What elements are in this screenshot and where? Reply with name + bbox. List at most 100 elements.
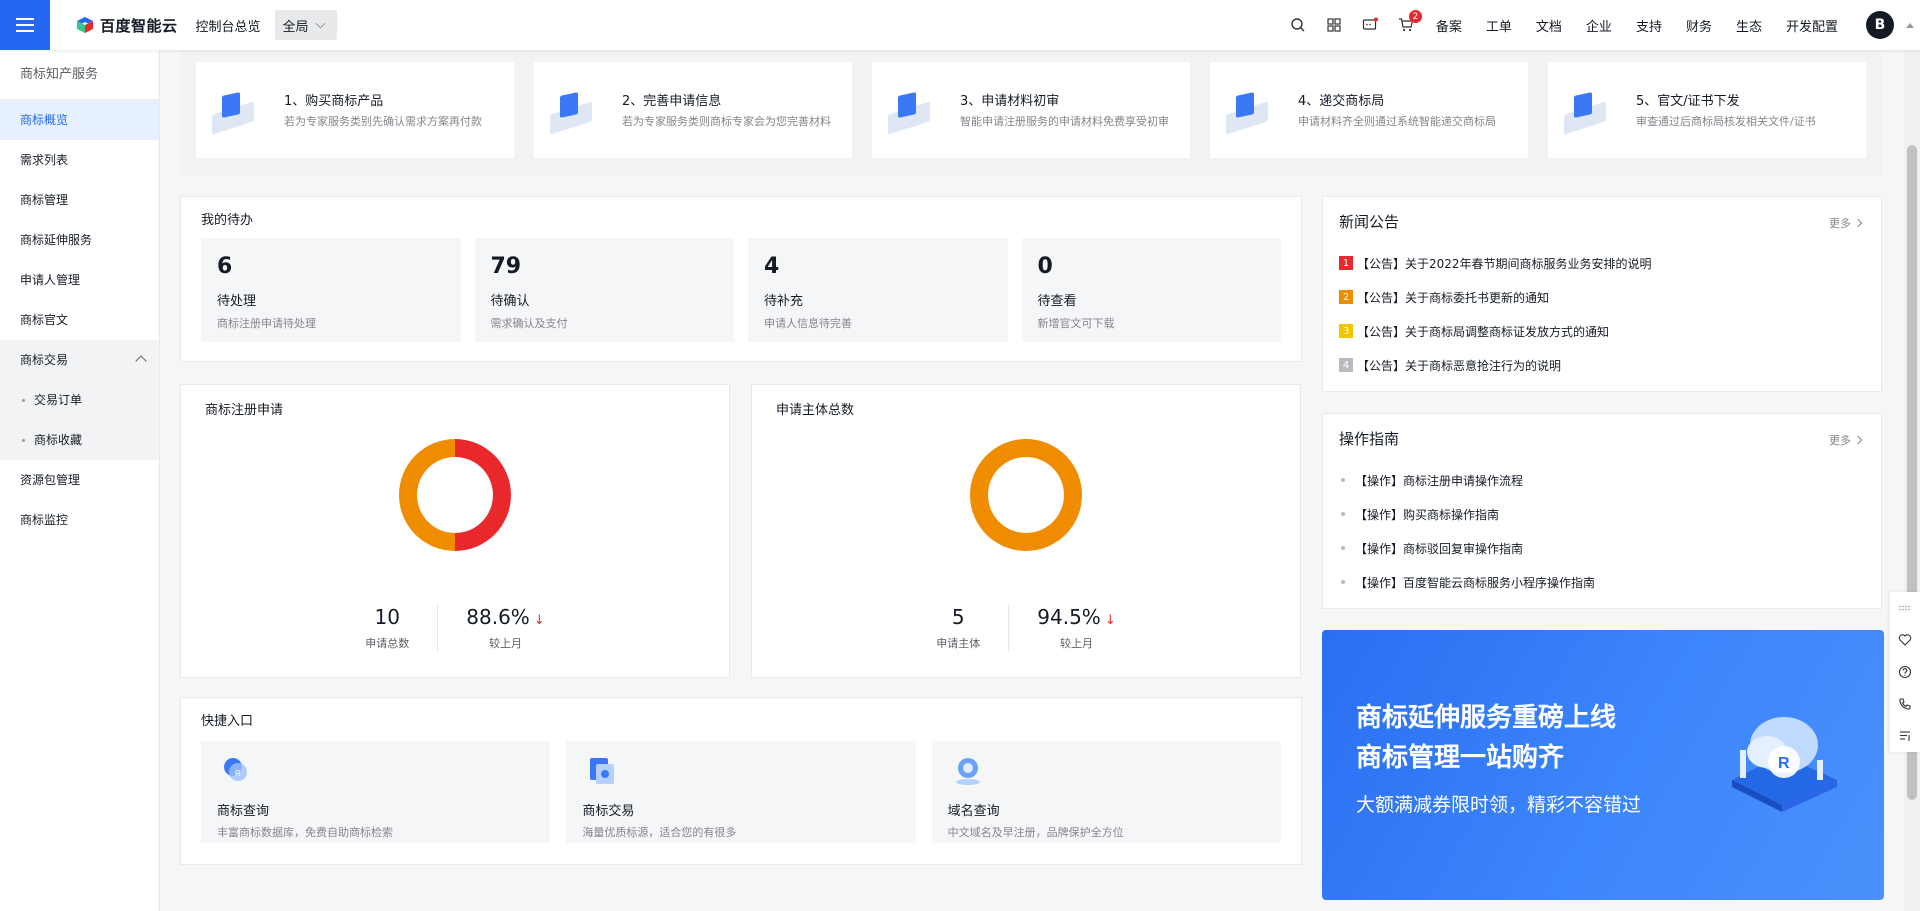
applicants-donut-chart bbox=[970, 439, 1082, 551]
guide-text: 【操作】商标驳回复审操作指南 bbox=[1355, 541, 1524, 556]
stat-value: 10 bbox=[374, 605, 400, 629]
quick-title: 商标交易 bbox=[582, 804, 635, 819]
guide-text: 【操作】百度智能云商标服务小程序操作指南 bbox=[1355, 575, 1596, 590]
logo-cube-icon bbox=[77, 17, 93, 33]
nav-link-support[interactable]: 支持 bbox=[1636, 16, 1662, 35]
promo-banner[interactable]: 商标延伸服务重磅上线 商标管理一站购齐 大额满减券限时领，精彩不容错过 R bbox=[1322, 630, 1884, 900]
quick-title: 域名查询 bbox=[947, 804, 1000, 819]
news-item[interactable]: 3 【公告】关于商标局调整商标证发放方式的通知 bbox=[1339, 314, 1865, 348]
todo-confirm[interactable]: 79 待确认 需求确认及支付 bbox=[474, 238, 734, 342]
guide-item[interactable]: 【操作】百度智能云商标服务小程序操作指南 bbox=[1339, 565, 1865, 599]
process-steps: 1、购买商标产品 若为专家服务类别先确认需求方案再付款 2、完善申请信息 若为专家服… bbox=[180, 50, 1882, 176]
message-icon[interactable] bbox=[1362, 17, 1378, 33]
step-card: 3、申请材料初审 智能申请注册服务的申请材料免费享受初审 bbox=[872, 62, 1190, 158]
todo-label: 待处理 bbox=[217, 294, 257, 309]
more-label: 更多 bbox=[1829, 434, 1851, 447]
news-item[interactable]: 4 【公告】关于商标恶意抢注行为的说明 bbox=[1339, 348, 1865, 382]
domain-search-icon bbox=[955, 758, 980, 785]
nav-link-beian[interactable]: 备案 bbox=[1436, 16, 1462, 35]
scroll-up-arrow[interactable] bbox=[1900, 0, 1920, 50]
todo-supplement[interactable]: 4 待补充 申请人信息待完善 bbox=[748, 238, 1008, 342]
help-tool[interactable] bbox=[1890, 656, 1920, 688]
top-navbar: 百度智能云 控制台总览 全局 2 备案 工单 文档 企业 支持 财务 生态 开发… bbox=[0, 0, 1920, 50]
stat-label: 较上月 bbox=[1059, 637, 1093, 650]
avatar[interactable]: B bbox=[1866, 11, 1894, 39]
grid-icon[interactable] bbox=[1326, 17, 1342, 33]
news-more-link[interactable]: 更多 bbox=[1829, 215, 1863, 231]
sidebar-item-trade[interactable]: 商标交易 bbox=[0, 340, 159, 380]
news-item[interactable]: 1 【公告】关于2022年春节期间商标服务业务安排的说明 bbox=[1339, 246, 1865, 280]
sidebar-item-favorites[interactable]: 商标收藏 bbox=[0, 420, 159, 460]
region-selector[interactable]: 全局 bbox=[274, 10, 337, 40]
sidebar-item-trade-orders[interactable]: 交易订单 bbox=[0, 380, 159, 420]
sidebar-item-overview[interactable]: 商标概览 bbox=[0, 100, 159, 140]
todo-pending[interactable]: 6 待处理 商标注册申请待处理 bbox=[201, 238, 461, 342]
sidebar-item-monitor[interactable]: 商标监控 bbox=[0, 500, 159, 540]
sidebar-item-demands[interactable]: 需求列表 bbox=[0, 140, 159, 180]
news-text: 【公告】关于商标委托书更新的通知 bbox=[1357, 290, 1550, 305]
search-icon[interactable] bbox=[1290, 17, 1306, 33]
quick-desc: 中文域名及早注册，品牌保护全方位 bbox=[947, 826, 1124, 839]
cart-button[interactable]: 2 bbox=[1398, 10, 1422, 33]
sidebar-item-trade-label: 商标交易 bbox=[20, 353, 69, 367]
step-title: 2、完善申请信息 bbox=[622, 94, 722, 109]
arrow-down-icon: ↓ bbox=[533, 613, 545, 628]
guide-item[interactable]: 【操作】商标注册申请操作流程 bbox=[1339, 463, 1865, 497]
step-desc: 审查通过后商标局核发相关文件/证书 bbox=[1636, 115, 1816, 128]
stat-value: 94.5% bbox=[1037, 605, 1101, 629]
stat-value: 5 bbox=[951, 605, 965, 629]
review-illustration-icon bbox=[886, 90, 934, 135]
news-card: 新闻公告 更多 1 【公告】关于2022年春节期间商标服务业务安排的说明 2 【公告… bbox=[1322, 196, 1882, 392]
sidebar-item-extension[interactable]: 商标延伸服务 bbox=[0, 220, 159, 260]
step-desc: 申请材料齐全则通过系统智能递交商标局 bbox=[1298, 115, 1496, 128]
favorite-tool[interactable] bbox=[1890, 624, 1920, 656]
sidebar-item-documents[interactable]: 商标官文 bbox=[0, 300, 159, 340]
step-title: 4、递交商标局 bbox=[1298, 94, 1385, 109]
guide-item[interactable]: 【操作】商标驳回复审操作指南 bbox=[1339, 531, 1865, 565]
guide-item[interactable]: 【操作】购买商标操作指南 bbox=[1339, 497, 1865, 531]
stat-label: 申请主体 bbox=[936, 637, 981, 650]
applicants-ratio-stat: 94.5% ↓ 较上月 bbox=[1008, 605, 1143, 651]
stat-value: 88.6% bbox=[466, 605, 530, 629]
news-item[interactable]: 2 【公告】关于商标委托书更新的通知 bbox=[1339, 280, 1865, 314]
registration-total-stat: 10 申请总数 bbox=[337, 605, 437, 651]
contact-tool[interactable] bbox=[1890, 688, 1920, 720]
nav-link-ticket[interactable]: 工单 bbox=[1486, 16, 1512, 35]
console-overview-link[interactable]: 控制台总览 bbox=[196, 16, 261, 35]
applicants-card: 申请主体总数 5 申请主体 94.5% ↓ 较上月 bbox=[751, 384, 1301, 678]
registration-donut-chart bbox=[399, 439, 511, 551]
quick-trademark-search[interactable]: R 商标查询 丰富商标数据库，免费自助商标检索 bbox=[201, 741, 551, 843]
banner-line3: 大额满减券限时领，精彩不容错过 bbox=[1356, 794, 1642, 816]
sidebar-item-management[interactable]: 商标管理 bbox=[0, 180, 159, 220]
todo-view[interactable]: 0 待查看 新增官文可下载 bbox=[1021, 238, 1281, 342]
nav-link-finance[interactable]: 财务 bbox=[1686, 16, 1712, 35]
cart-badge: 2 bbox=[1408, 10, 1422, 23]
page-scrollbar[interactable] bbox=[1904, 50, 1920, 911]
logo-text: 百度智能云 bbox=[100, 16, 178, 35]
registration-card: 商标注册申请 10 申请总数 88.6% ↓ 较上月 bbox=[180, 384, 730, 678]
guide-more-link[interactable]: 更多 bbox=[1829, 432, 1863, 448]
todo-desc: 新增官文可下载 bbox=[1037, 317, 1115, 330]
banner-badge-letter: R bbox=[1778, 755, 1790, 772]
purchase-illustration-icon bbox=[210, 90, 258, 135]
quick-trademark-trade[interactable]: 商标交易 海量优质标源，适合您的有很多 bbox=[566, 741, 916, 843]
todo-count: 6 bbox=[217, 254, 233, 279]
drag-handle[interactable] bbox=[1890, 592, 1920, 624]
todo-label: 待补充 bbox=[764, 294, 804, 309]
nav-link-enterprise[interactable]: 企业 bbox=[1586, 16, 1612, 35]
phone-icon bbox=[1899, 698, 1911, 710]
sidebar-item-packages[interactable]: 资源包管理 bbox=[0, 460, 159, 500]
sidebar-item-applicants[interactable]: 申请人管理 bbox=[0, 260, 159, 300]
hamburger-menu-button[interactable] bbox=[0, 0, 50, 50]
logo[interactable]: 百度智能云 bbox=[76, 15, 178, 36]
quick-domain-search[interactable]: 域名查询 中文域名及早注册，品牌保护全方位 bbox=[931, 741, 1281, 843]
quick-desc: 海量优质标源，适合您的有很多 bbox=[582, 826, 737, 839]
nav-link-dev-config[interactable]: 开发配置 bbox=[1786, 16, 1838, 35]
feedback-tool[interactable] bbox=[1890, 720, 1920, 752]
step-card: 4、递交商标局申请材料齐全则通过系统智能递交商标局 bbox=[1210, 62, 1528, 158]
nav-link-docs[interactable]: 文档 bbox=[1536, 16, 1562, 35]
quick-title: 商标查询 bbox=[217, 804, 270, 819]
step-card: 1、购买商标产品 若为专家服务类别先确认需求方案再付款 bbox=[196, 62, 514, 158]
nav-link-ecosystem[interactable]: 生态 bbox=[1736, 16, 1762, 35]
step-card: 5、官文/证书下发 审查通过后商标局核发相关文件/证书 bbox=[1548, 62, 1866, 158]
